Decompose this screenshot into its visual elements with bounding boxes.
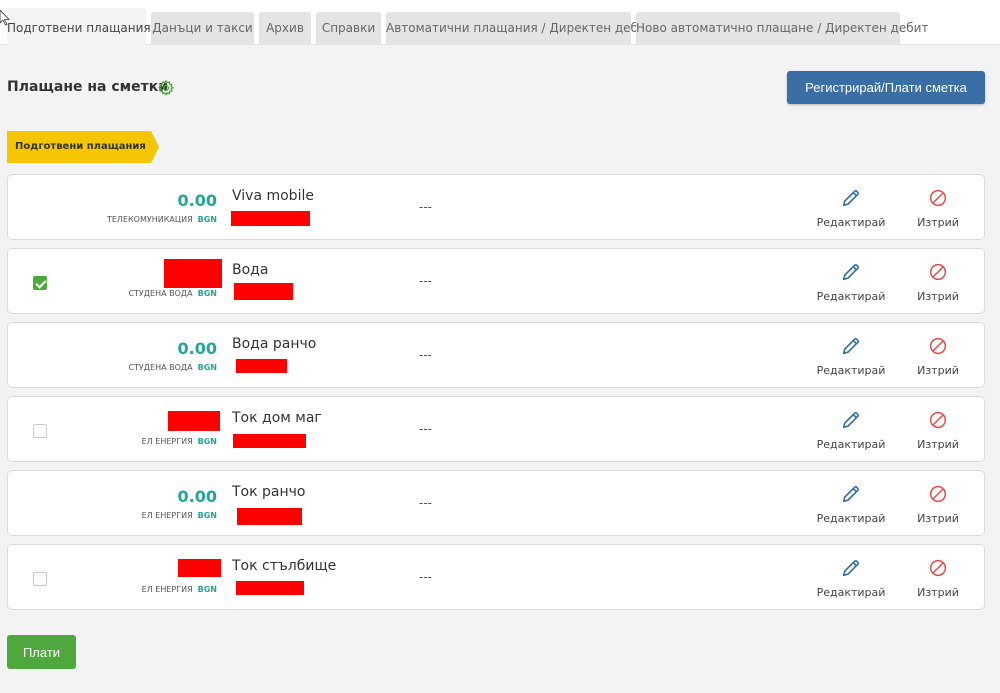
section-tag-prepared-payments: Подготвени плащания xyxy=(7,131,159,163)
payment-row-voda-rancho: 0.00 СТУДЕНА ВОДА BGN Вода ранчо --- Реда… xyxy=(7,322,985,388)
tab-prepared-payments[interactable]: Подготвени плащания xyxy=(7,8,151,46)
pencil-icon xyxy=(842,338,859,355)
payment-row-tok-stalbishte: ЕЛ ЕНЕРГИЯ BGN Ток стълбище --- Редактира… xyxy=(7,544,985,610)
tab-taxes-fees[interactable]: Данъци и такси xyxy=(151,12,254,45)
details: --- xyxy=(419,422,432,436)
category: ТЕЛЕКОМУНИКАЦИЯ BGN xyxy=(106,215,217,224)
amount: 0.00 xyxy=(177,487,217,506)
amount: 0.00 xyxy=(177,339,217,358)
pay-button[interactable]: Плати xyxy=(7,635,76,669)
redacted-amount xyxy=(164,259,222,288)
payee-name: Viva mobile xyxy=(232,188,314,204)
prohibited-icon xyxy=(929,337,947,355)
details: --- xyxy=(419,274,432,288)
pencil-icon xyxy=(842,190,859,207)
prohibited-icon xyxy=(929,411,947,429)
payee-name: Вода xyxy=(232,262,269,278)
details: --- xyxy=(419,496,432,510)
amount: 0.00 xyxy=(177,191,217,210)
payee-name: Ток ранчо xyxy=(232,484,306,500)
pencil-icon xyxy=(842,264,859,281)
delete-button[interactable]: Изтрий xyxy=(903,261,973,303)
tab-bar: Подготвени плащания Данъци и такси Архив… xyxy=(0,0,1000,46)
payee-name: Вода ранчо xyxy=(232,336,317,352)
redacted-account xyxy=(236,581,304,595)
pencil-icon xyxy=(842,486,859,503)
row-checkbox-checked[interactable] xyxy=(33,276,47,290)
redacted-account xyxy=(236,359,287,373)
tab-archive[interactable]: Архив xyxy=(259,12,311,45)
category: ЕЛ ЕНЕРГИЯ BGN xyxy=(141,511,217,520)
edit-button[interactable]: Редактирай xyxy=(816,335,886,377)
category: ЕЛ ЕНЕРГИЯ BGN xyxy=(141,585,217,594)
payment-row-voda: СТУДЕНА ВОДА BGN Вода --- Редактирай Изтр… xyxy=(7,248,985,314)
row-checkbox[interactable] xyxy=(33,424,47,438)
tab-reports[interactable]: Справки xyxy=(316,12,381,45)
redacted-amount xyxy=(168,411,220,431)
category: СТУДЕНА ВОДА BGN xyxy=(128,363,217,372)
pencil-icon xyxy=(842,560,859,577)
payment-row-tok-rancho: 0.00 ЕЛ ЕНЕРГИЯ BGN Ток ранчо --- Редакти… xyxy=(7,470,985,536)
details: --- xyxy=(419,570,432,584)
payment-row-viva-mobile: 0.00 ТЕЛЕКОМУНИКАЦИЯ BGN Viva mobile --- … xyxy=(7,174,985,240)
redacted-account xyxy=(233,434,306,448)
edit-button[interactable]: Редактирай xyxy=(816,483,886,525)
tab-automatic-payments[interactable]: Автоматични плащания / Директен дебит xyxy=(386,12,653,45)
tab-new-automatic-payment[interactable]: Ново автоматично плащане / Директен деби… xyxy=(636,12,928,45)
category: ЕЛ ЕНЕРГИЯ BGN xyxy=(141,437,217,446)
prohibited-icon xyxy=(929,485,947,503)
redacted-amount xyxy=(178,559,221,577)
mouse-cursor-icon xyxy=(0,10,10,26)
page-title: Плащане на сметки xyxy=(7,79,169,95)
redacted-account xyxy=(237,508,302,525)
redacted-account xyxy=(231,211,310,226)
details: --- xyxy=(419,348,432,362)
delete-button[interactable]: Изтрий xyxy=(903,483,973,525)
pencil-icon xyxy=(842,412,859,429)
details: --- xyxy=(419,200,432,214)
register-pay-bill-button[interactable]: Регистрирай/Плати сметка xyxy=(787,71,985,104)
delete-button[interactable]: Изтрий xyxy=(903,409,973,451)
payee-name: Ток дом маг xyxy=(232,410,322,426)
edit-button[interactable]: Редактирай xyxy=(816,557,886,599)
payee-name: Ток стълбище xyxy=(232,558,337,574)
edit-button[interactable]: Редактирай xyxy=(816,261,886,303)
redacted-account xyxy=(234,283,293,300)
prohibited-icon xyxy=(929,559,947,577)
prohibited-icon xyxy=(929,189,947,207)
row-checkbox[interactable] xyxy=(33,572,47,586)
prohibited-icon xyxy=(929,263,947,281)
gear-icon[interactable] xyxy=(157,79,175,97)
edit-button[interactable]: Редактирай xyxy=(816,187,886,229)
delete-button[interactable]: Изтрий xyxy=(903,335,973,377)
category: СТУДЕНА ВОДА BGN xyxy=(128,289,217,298)
edit-button[interactable]: Редактирай xyxy=(816,409,886,451)
payment-row-tok-dom-mag: ЕЛ ЕНЕРГИЯ BGN Ток дом маг --- Редактирай… xyxy=(7,396,985,462)
delete-button[interactable]: Изтрий xyxy=(903,557,973,599)
delete-button[interactable]: Изтрий xyxy=(903,187,973,229)
